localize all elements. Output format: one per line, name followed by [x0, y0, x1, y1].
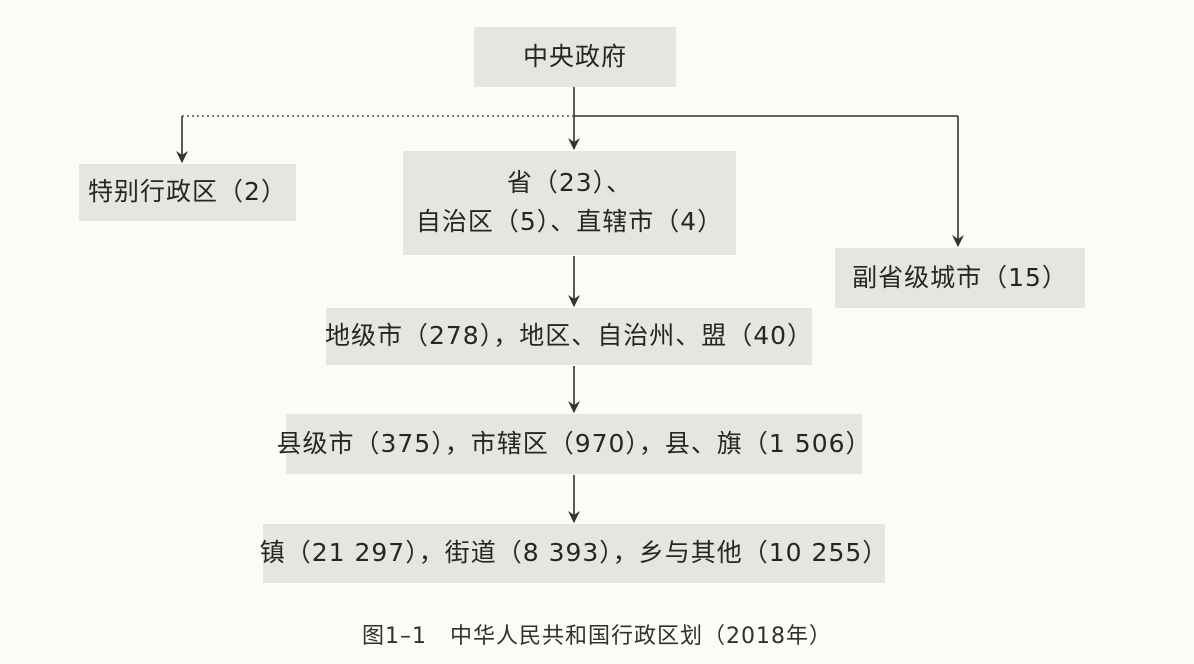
node-prefecture-label: 地级市（278），地区、自治州、盟（40）	[324, 321, 814, 351]
node-township-label: 镇（21 297），街道（8 393），乡与其他（10 255）	[259, 538, 889, 568]
node-special-administrative-region: 特别行政区（2）	[79, 164, 296, 221]
node-province-label-line2: 自治区（5）、直辖市（4）	[415, 207, 724, 236]
node-central-government: 中央政府	[474, 27, 676, 87]
node-county-level: 县级市（375），市辖区（970），县、旗（1 506）	[277, 414, 871, 474]
node-prefecture-level: 地级市（278），地区、自治州、盟（40）	[324, 308, 814, 365]
node-central-label: 中央政府	[522, 41, 627, 71]
node-sar-label: 特别行政区（2）	[88, 177, 287, 207]
figure-caption: 图1–1 中华人民共和国行政区划（2018年）	[362, 624, 832, 649]
node-township-level: 镇（21 297），街道（8 393），乡与其他（10 255）	[260, 524, 887, 583]
node-province-label-line1: 省（23）、	[506, 168, 633, 198]
node-province-level: 省（23）、 自治区（5）、直辖市（4）	[403, 151, 736, 255]
node-sub-provincial-label: 副省级城市（15）	[852, 262, 1068, 292]
node-sub-provincial-city: 副省级城市（15）	[835, 248, 1085, 308]
node-county-label: 县级市（375），市辖区（970），县、旗（1 506）	[276, 428, 872, 458]
